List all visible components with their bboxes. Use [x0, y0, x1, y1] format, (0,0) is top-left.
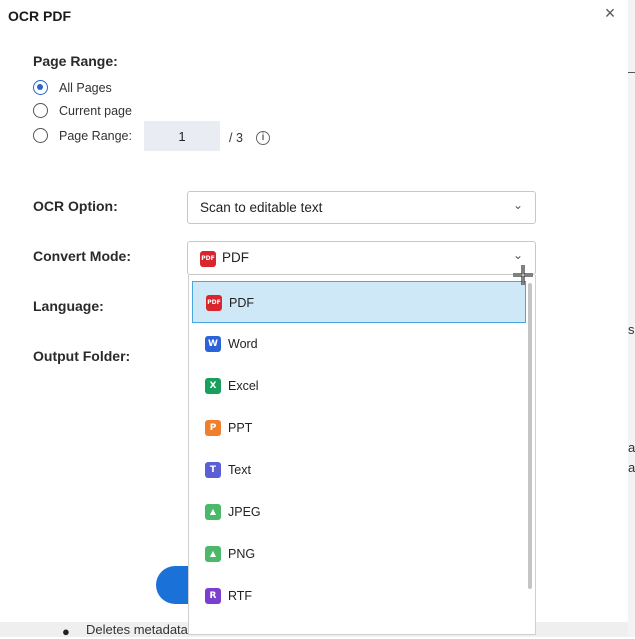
radio-label-current-page[interactable]: Current page: [59, 104, 132, 118]
dropdown-item-label: RTF: [228, 589, 253, 603]
radio-label-page-range[interactable]: Page Range:: [59, 129, 132, 143]
background-text: a: [628, 460, 635, 475]
background-text: s: [628, 322, 635, 337]
chevron-down-icon: ⌄: [512, 248, 523, 262]
ocr-option-select[interactable]: Scan to editable text ⌄: [187, 191, 536, 224]
dropdown-item-jpeg[interactable]: ▲ JPEG: [192, 491, 526, 533]
text-icon: T: [205, 462, 221, 478]
convert-mode-label: Convert Mode:: [33, 248, 131, 264]
background-text: Deletes metadata: [86, 622, 188, 637]
convert-mode-value: PDF: [222, 250, 249, 265]
convert-mode-dropdown: PDF PDF W Word X Excel P PPT T Text ▲ JP…: [188, 275, 536, 635]
image-icon: ▲: [205, 546, 221, 562]
word-icon: W: [205, 336, 221, 352]
dropdown-item-png[interactable]: ▲ PNG: [192, 533, 526, 575]
ppt-icon: P: [205, 420, 221, 436]
background-app-edge: [628, 0, 635, 637]
rtf-icon: R: [205, 588, 221, 604]
output-folder-label: Output Folder:: [33, 348, 131, 364]
dropdown-item-text[interactable]: T Text: [192, 449, 526, 491]
dropdown-item-word[interactable]: W Word: [192, 323, 526, 365]
pdf-icon: PDF: [206, 295, 222, 311]
page-range-input[interactable]: [144, 121, 220, 151]
dropdown-item-rtf[interactable]: R RTF: [192, 575, 526, 617]
dropdown-item-excel[interactable]: X Excel: [192, 365, 526, 407]
ocr-option-value: Scan to editable text: [200, 200, 323, 215]
chevron-down-icon: ⌄: [512, 198, 523, 212]
dropdown-item-label: Excel: [228, 379, 259, 393]
radio-current-page[interactable]: [33, 103, 48, 118]
dropdown-item-ppt[interactable]: P PPT: [192, 407, 526, 449]
background-text: a: [628, 440, 635, 455]
dropdown-item-label: PDF: [229, 296, 254, 310]
image-icon: ▲: [205, 504, 221, 520]
pdf-icon: PDF: [200, 251, 216, 267]
radio-label-all-pages[interactable]: All Pages: [59, 81, 112, 95]
radio-page-range[interactable]: [33, 128, 48, 143]
dialog-title: OCR PDF: [8, 8, 71, 24]
dropdown-item-label: JPEG: [228, 505, 261, 519]
ocr-option-label: OCR Option:: [33, 198, 118, 214]
move-cursor-icon: [513, 265, 533, 285]
radio-all-pages[interactable]: [33, 80, 48, 95]
convert-mode-select[interactable]: PDF PDF ⌄: [187, 241, 536, 275]
page-range-label: Page Range:: [33, 53, 118, 69]
dropdown-scrollbar[interactable]: [528, 283, 532, 589]
info-icon[interactable]: i: [256, 131, 270, 145]
excel-icon: X: [205, 378, 221, 394]
language-label: Language:: [33, 298, 104, 314]
dropdown-item-label: PNG: [228, 547, 256, 561]
dropdown-item-label: Word: [228, 337, 258, 351]
dropdown-item-label: Text: [228, 463, 251, 477]
close-icon[interactable]: ×: [601, 3, 619, 23]
dropdown-item-pdf[interactable]: PDF PDF: [192, 281, 526, 323]
dropdown-item-label: PPT: [228, 421, 253, 435]
page-total: / 3: [229, 131, 243, 145]
